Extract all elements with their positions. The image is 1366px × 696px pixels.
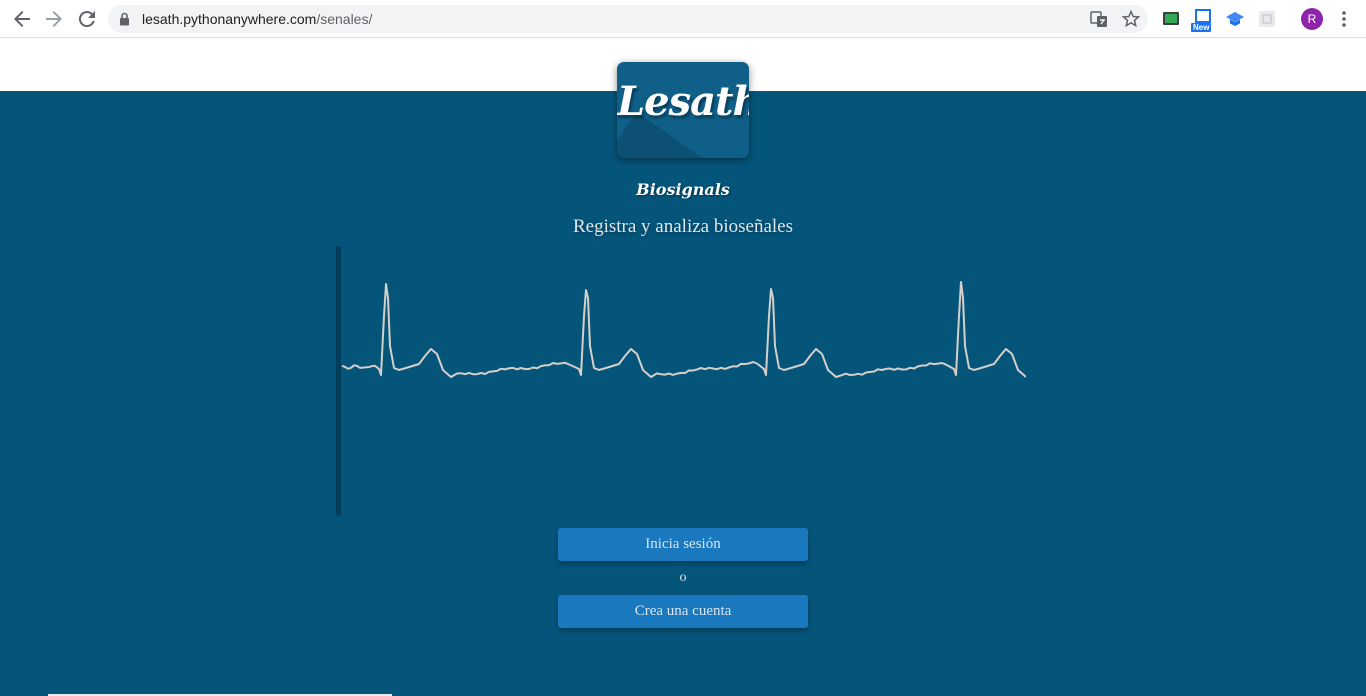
more-menu-icon[interactable] — [1336, 9, 1352, 29]
tagline: Registra y analiza bioseñales — [572, 216, 793, 237]
reload-icon[interactable] — [75, 7, 99, 31]
grid-extension-icon[interactable] — [1257, 9, 1277, 29]
or-separator: o — [679, 570, 687, 585]
ecg-signal-plot — [336, 246, 1026, 516]
graduation-cap-extension-icon[interactable] — [1225, 9, 1245, 29]
cast-extension-icon[interactable] — [1161, 9, 1181, 29]
ecg-waveform — [341, 281, 1026, 378]
back-arrow-icon[interactable] — [10, 7, 34, 31]
lesath-logo: Lesath — [617, 62, 749, 158]
translate-icon[interactable] — [1089, 9, 1109, 29]
signup-button[interactable]: Crea una cuenta — [558, 595, 808, 628]
logo-text: Lesath — [617, 78, 749, 125]
url-text[interactable]: lesath.pythonanywhere.com/senales/ — [142, 11, 372, 27]
url-host: lesath.pythonanywhere.com — [142, 11, 317, 27]
ecg-trace — [341, 281, 1026, 378]
address-bar[interactable]: lesath.pythonanywhere.com/senales/ — [108, 5, 1148, 33]
bookmark-star-icon[interactable] — [1121, 9, 1141, 29]
brand-name: Biosignals — [636, 180, 730, 199]
profile-avatar[interactable]: R — [1301, 8, 1323, 30]
login-button[interactable]: Inicia sesión — [558, 528, 808, 561]
forward-arrow-icon[interactable] — [42, 7, 66, 31]
browser-toolbar: lesath.pythonanywhere.com/senales/ New R — [0, 0, 1366, 38]
new-badge: New — [1191, 23, 1212, 32]
lock-icon[interactable] — [119, 12, 130, 26]
url-path: /senales/ — [316, 11, 373, 27]
